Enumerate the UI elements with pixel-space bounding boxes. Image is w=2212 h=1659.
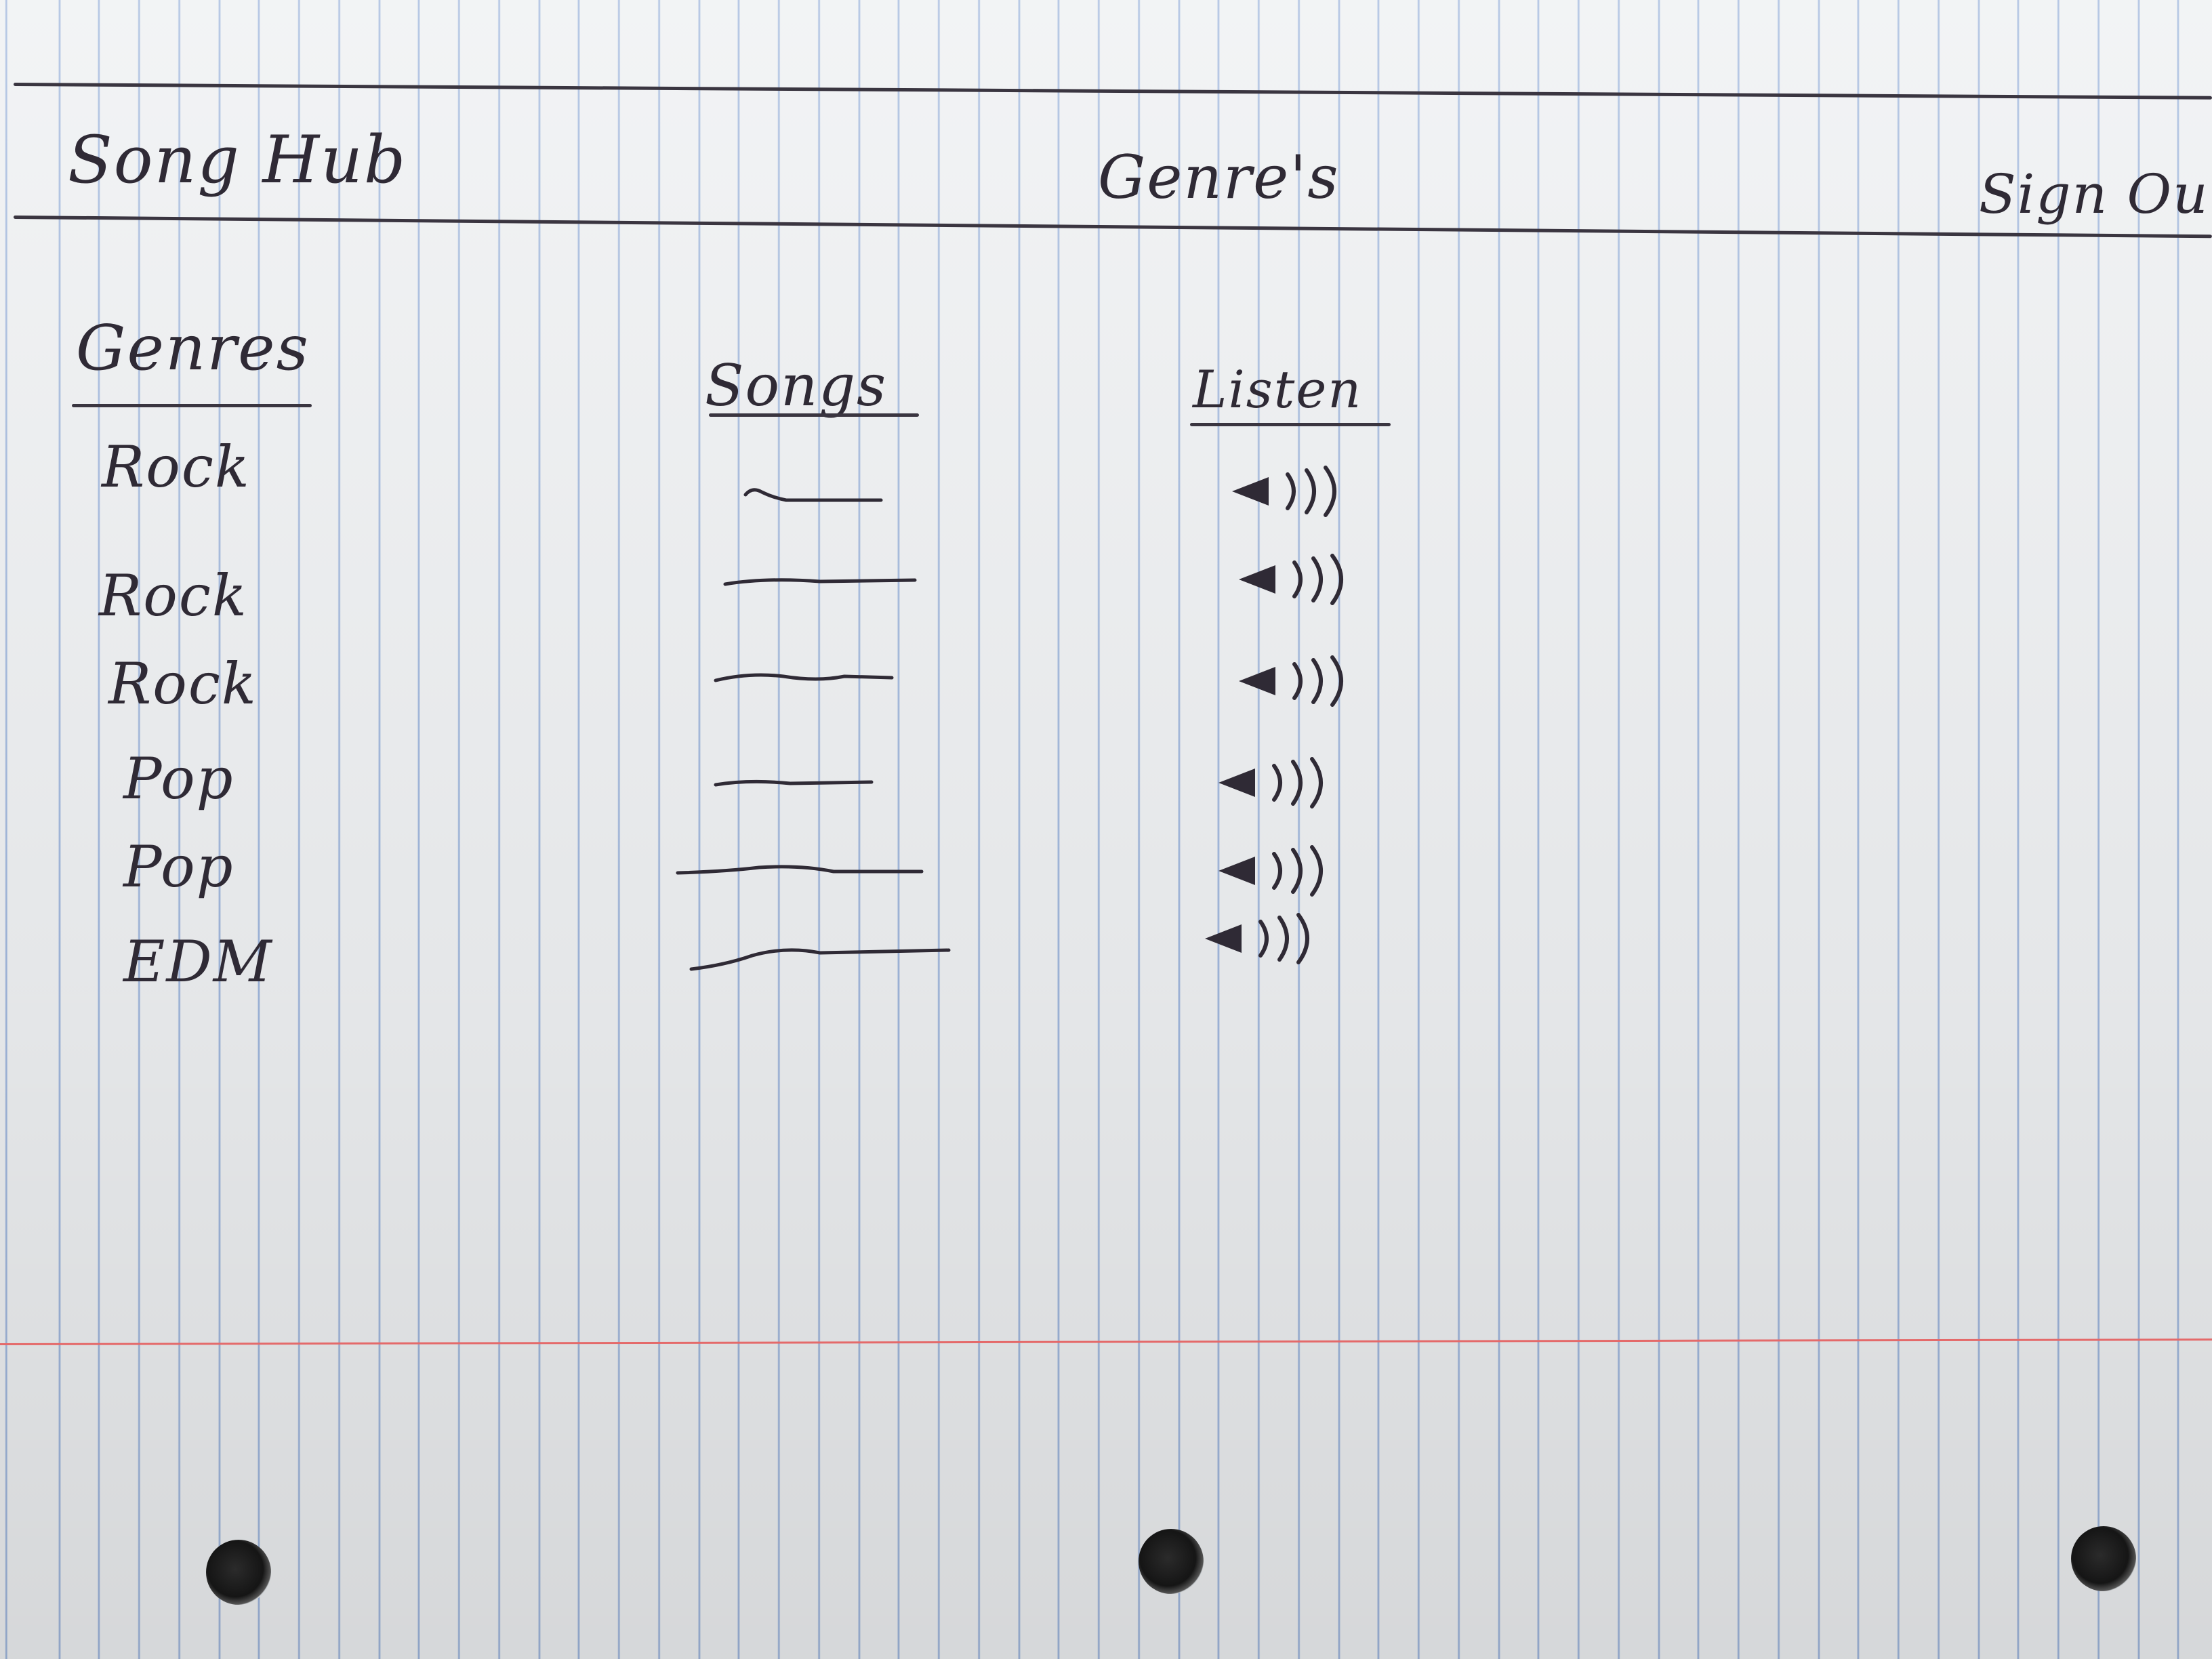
header-listen: Listen <box>1193 359 1363 419</box>
sign-out-link[interactable]: Sign Out <box>1979 163 2212 226</box>
binder-hole-right <box>2071 1526 2136 1591</box>
speaker-icon[interactable] <box>1193 908 1328 969</box>
genre-cell[interactable]: EDM <box>123 928 273 995</box>
song-link[interactable] <box>739 474 901 515</box>
song-link[interactable] <box>709 657 899 698</box>
song-link[interactable] <box>718 562 922 603</box>
genre-cell[interactable]: Rock <box>99 562 248 629</box>
genre-cell[interactable]: Pop <box>123 745 234 812</box>
genre-cell[interactable]: Pop <box>123 834 234 900</box>
header-songs-underline <box>709 413 919 417</box>
paper-shading <box>0 0 2212 1659</box>
brand-logo[interactable]: Song Hub <box>68 122 407 198</box>
song-link[interactable] <box>671 851 928 892</box>
speaker-icon[interactable] <box>1206 752 1355 813</box>
page-title: Genre's <box>1098 142 1340 212</box>
song-link[interactable] <box>709 763 878 804</box>
speaker-icon[interactable] <box>1227 651 1362 712</box>
speaker-icon[interactable] <box>1220 461 1355 522</box>
header-songs: Songs <box>705 352 888 419</box>
header-genres: Genres <box>76 312 310 384</box>
song-link[interactable] <box>684 935 956 983</box>
speaker-icon[interactable] <box>1206 840 1342 901</box>
binder-hole-center <box>1139 1529 1204 1594</box>
binder-hole-left <box>206 1540 271 1605</box>
header-genres-underline <box>72 404 312 407</box>
genre-cell[interactable]: Rock <box>102 434 251 500</box>
header-listen-underline <box>1190 423 1391 426</box>
speaker-icon[interactable] <box>1227 549 1362 610</box>
genre-cell[interactable]: Rock <box>108 651 258 717</box>
